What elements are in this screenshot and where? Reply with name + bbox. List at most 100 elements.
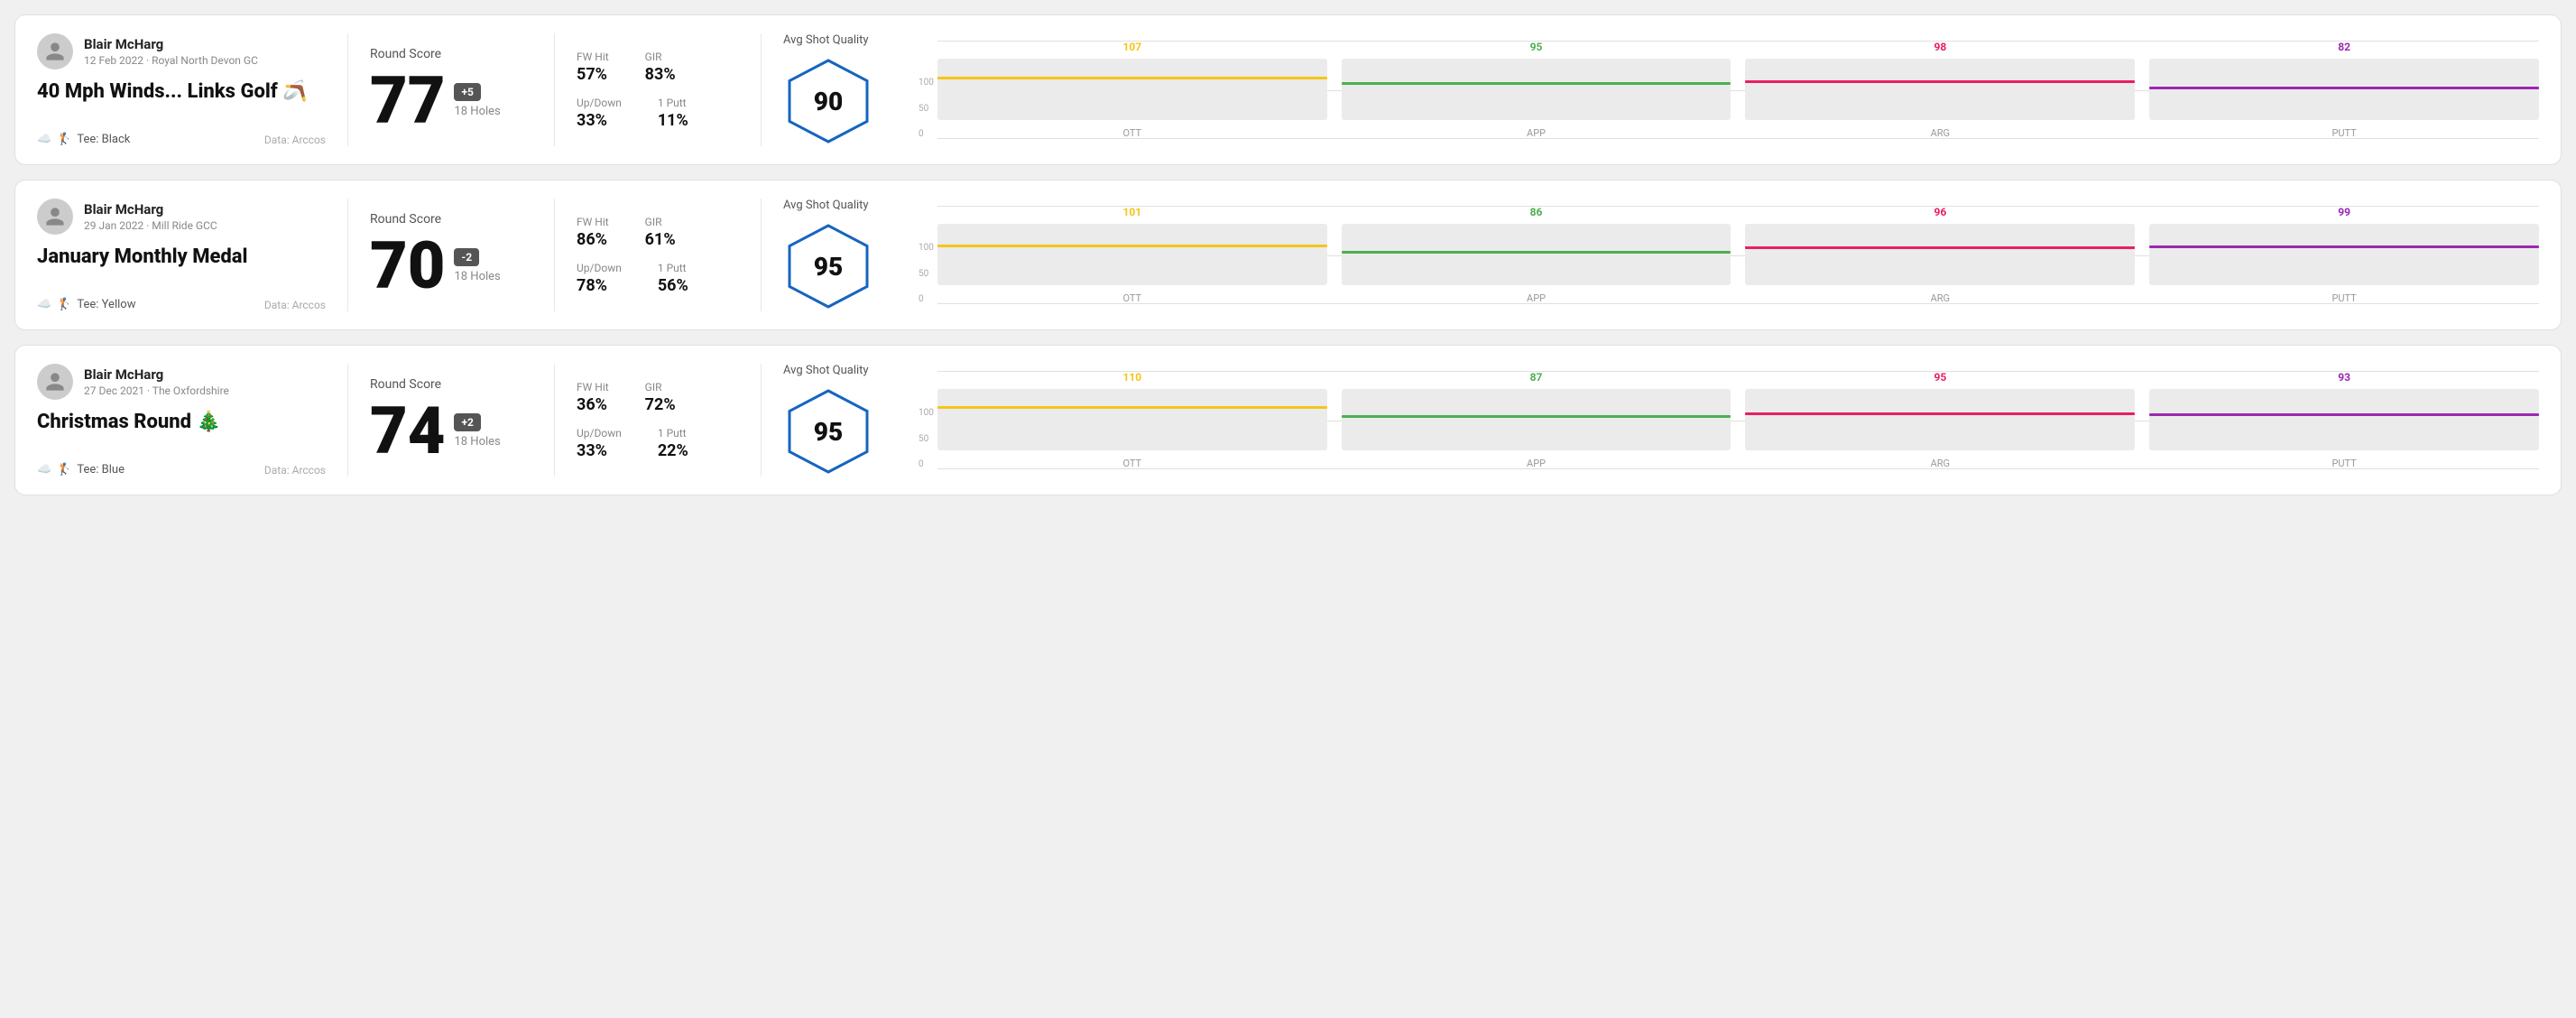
divider-3 — [761, 364, 762, 477]
stats-row-bottom: Up/Down 33% 1 Putt 22% — [577, 427, 739, 460]
chart-bar-group: 87 APP — [1342, 371, 1731, 469]
stats-section: FW Hit 57% GIR 83% Up/Down 33% 1 Putt 11… — [577, 33, 739, 146]
stats-section: FW Hit 36% GIR 72% Up/Down 33% 1 Putt 22… — [577, 364, 739, 477]
bar-line — [2149, 413, 2539, 416]
fw-hit-value: 86% — [577, 230, 609, 249]
score-value: 74 — [370, 399, 445, 464]
fw-hit-value: 57% — [577, 65, 609, 84]
bar-bg — [1745, 59, 2135, 120]
bars-container: 110 OTT 87 APP 95 ARG — [937, 371, 2539, 469]
quality-section: Avg Shot Quality 90 — [783, 33, 900, 146]
chart-bar-group: 99 PUTT — [2149, 206, 2539, 304]
player-section: Blair McHarg 12 Feb 2022 · Royal North D… — [37, 33, 326, 146]
bar-line — [1342, 251, 1731, 254]
player-info: Blair McHarg 12 Feb 2022 · Royal North D… — [84, 36, 258, 67]
tee-info: ☁️ 🏌️ Tee: Yellow — [37, 298, 135, 311]
score-section: Round Score 74 +2 18 Holes — [370, 364, 532, 477]
bar-line — [937, 406, 1327, 409]
gridline-top — [937, 371, 2539, 372]
chart-bar-group: 95 ARG — [1745, 371, 2135, 469]
bag-icon: 🏌️ — [57, 463, 71, 477]
quality-label: Avg Shot Quality — [783, 33, 900, 47]
bar-bg — [2149, 59, 2539, 120]
quality-label: Avg Shot Quality — [783, 364, 900, 377]
gridline-top — [937, 41, 2539, 42]
bar-bg — [1745, 224, 2135, 285]
stat-fw-hit: FW Hit 36% — [577, 381, 609, 414]
hexagon-score: 95 — [814, 417, 843, 447]
player-header: Blair McHarg 12 Feb 2022 · Royal North D… — [37, 33, 326, 69]
stat-gir: GIR 72% — [645, 381, 676, 414]
score-badge-pill: +5 — [454, 83, 480, 101]
bars-container: 107 OTT 95 APP 98 ARG — [937, 41, 2539, 139]
score-section: Round Score 70 -2 18 Holes — [370, 199, 532, 311]
score-label: Round Score — [370, 377, 532, 392]
bar-value: 110 — [1122, 371, 1141, 384]
divider-1 — [347, 33, 348, 146]
tee-info: ☁️ 🏌️ Tee: Black — [37, 133, 130, 146]
quality-section: Avg Shot Quality 95 — [783, 364, 900, 477]
player-meta: 29 Jan 2022 · Mill Ride GCC — [84, 219, 217, 232]
player-name: Blair McHarg — [84, 201, 217, 217]
gridline-bottom — [937, 468, 2539, 469]
bag-icon: 🏌️ — [57, 133, 71, 146]
fw-hit-label: FW Hit — [577, 216, 609, 228]
y-axis: 100 50 0 — [919, 243, 934, 304]
bar-bg — [937, 389, 1327, 450]
y-label-0: 0 — [919, 294, 934, 304]
gridline-bottom — [937, 303, 2539, 304]
chart-bar-group: 96 ARG — [1745, 206, 2135, 304]
oneputt-value: 56% — [658, 276, 688, 295]
fw-hit-value: 36% — [577, 395, 609, 414]
y-label-0: 0 — [919, 459, 934, 469]
updown-value: 33% — [577, 441, 622, 460]
stat-oneputt: 1 Putt 11% — [658, 97, 688, 130]
divider-2 — [554, 33, 555, 146]
gir-value: 61% — [645, 230, 676, 249]
hexagon-score: 90 — [814, 87, 843, 116]
chart-bar-group: 110 OTT — [937, 371, 1327, 469]
bar-line — [1745, 412, 2135, 415]
gir-value: 72% — [645, 395, 676, 414]
bar-value: 96 — [1934, 206, 1946, 218]
bar-bg — [2149, 389, 2539, 450]
updown-value: 78% — [577, 276, 622, 295]
score-badge: +5 18 Holes — [454, 83, 500, 118]
updown-label: Up/Down — [577, 427, 622, 440]
player-header: Blair McHarg 29 Jan 2022 · Mill Ride GCC — [37, 199, 326, 235]
bag-icon: 🏌️ — [57, 298, 71, 311]
avatar-icon — [44, 371, 66, 393]
round-card-0: Blair McHarg 12 Feb 2022 · Royal North D… — [14, 14, 2562, 165]
score-badge: +2 18 Holes — [454, 413, 500, 449]
data-source: Data: Arccos — [264, 134, 326, 146]
score-holes: 18 Holes — [454, 270, 500, 283]
stats-row-top: FW Hit 36% GIR 72% — [577, 381, 739, 414]
stats-row-bottom: Up/Down 78% 1 Putt 56% — [577, 262, 739, 295]
divider-1 — [347, 199, 348, 311]
round-title: January Monthly Medal — [37, 245, 326, 268]
y-axis: 100 50 0 — [919, 78, 934, 139]
score-badge: -2 18 Holes — [454, 248, 500, 283]
score-row: 70 -2 18 Holes — [370, 234, 532, 299]
divider-3 — [761, 33, 762, 146]
data-source: Data: Arccos — [264, 464, 326, 477]
y-label-0: 0 — [919, 129, 934, 139]
gir-value: 83% — [645, 65, 676, 84]
score-holes: 18 Holes — [454, 105, 500, 118]
y-label-50: 50 — [919, 434, 934, 444]
gir-label: GIR — [645, 216, 676, 228]
bar-line — [937, 245, 1327, 247]
updown-label: Up/Down — [577, 262, 622, 274]
weather-icon: ☁️ — [37, 463, 51, 477]
bar-bg — [1745, 389, 2135, 450]
oneputt-label: 1 Putt — [658, 262, 688, 274]
bar-value: 101 — [1122, 206, 1141, 218]
hexagon-container: 90 — [783, 56, 873, 146]
stat-updown: Up/Down 33% — [577, 427, 622, 460]
updown-label: Up/Down — [577, 97, 622, 109]
player-meta: 27 Dec 2021 · The Oxfordshire — [84, 384, 229, 397]
player-meta: 12 Feb 2022 · Royal North Devon GC — [84, 54, 258, 67]
chart-bar-group: 82 PUTT — [2149, 41, 2539, 139]
stat-gir: GIR 61% — [645, 216, 676, 249]
y-label-100: 100 — [919, 78, 934, 88]
